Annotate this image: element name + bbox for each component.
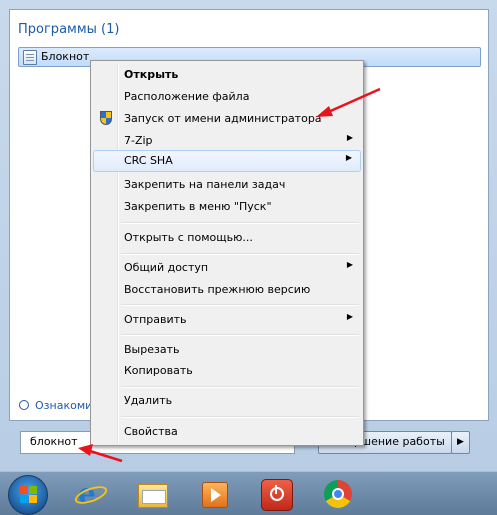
annotation-arrows <box>78 87 381 463</box>
annotation-arrow-search <box>78 444 123 463</box>
annotation-arrow-run-as-admin <box>316 87 381 117</box>
